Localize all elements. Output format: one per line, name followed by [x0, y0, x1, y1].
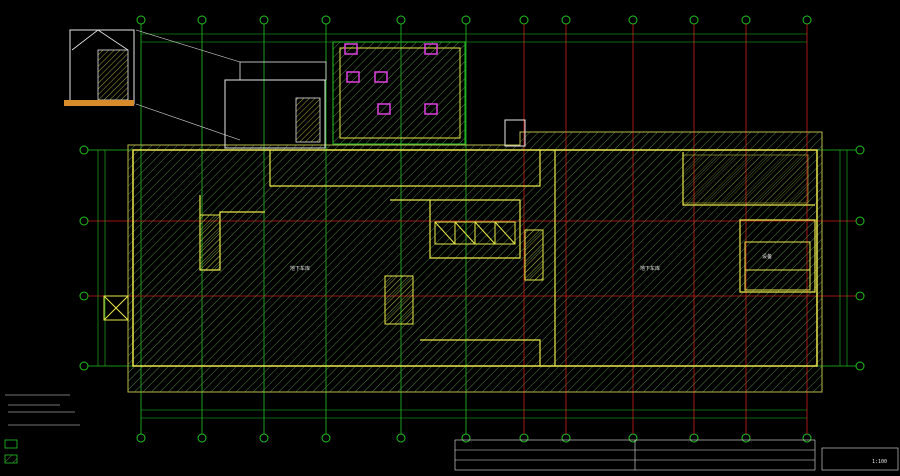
bottom-grid-bubbles	[136, 433, 812, 443]
notes-table	[454, 439, 816, 471]
legend-block	[4, 394, 80, 464]
top-grid-bubbles	[136, 15, 812, 25]
lift-box-left	[103, 295, 129, 321]
title-block: 1:100	[821, 447, 899, 471]
stair-ramp-2	[199, 214, 221, 271]
room-label-1: 地下车库	[290, 265, 310, 272]
room-label-2: 地下车库	[640, 265, 660, 272]
room-label-3: 设备	[762, 253, 772, 260]
detail-block-top-left	[64, 29, 241, 141]
scale-label: 1:100	[872, 459, 887, 465]
stair-ramp-3	[524, 229, 544, 281]
stair-ramp-1	[384, 275, 414, 325]
stair-ramp-4	[682, 154, 809, 204]
top-annex	[332, 41, 466, 145]
cad-drawing-canvas[interactable]: 地下车库 地下车库 设备 1:100	[0, 0, 900, 476]
detail-block-center	[224, 61, 327, 149]
